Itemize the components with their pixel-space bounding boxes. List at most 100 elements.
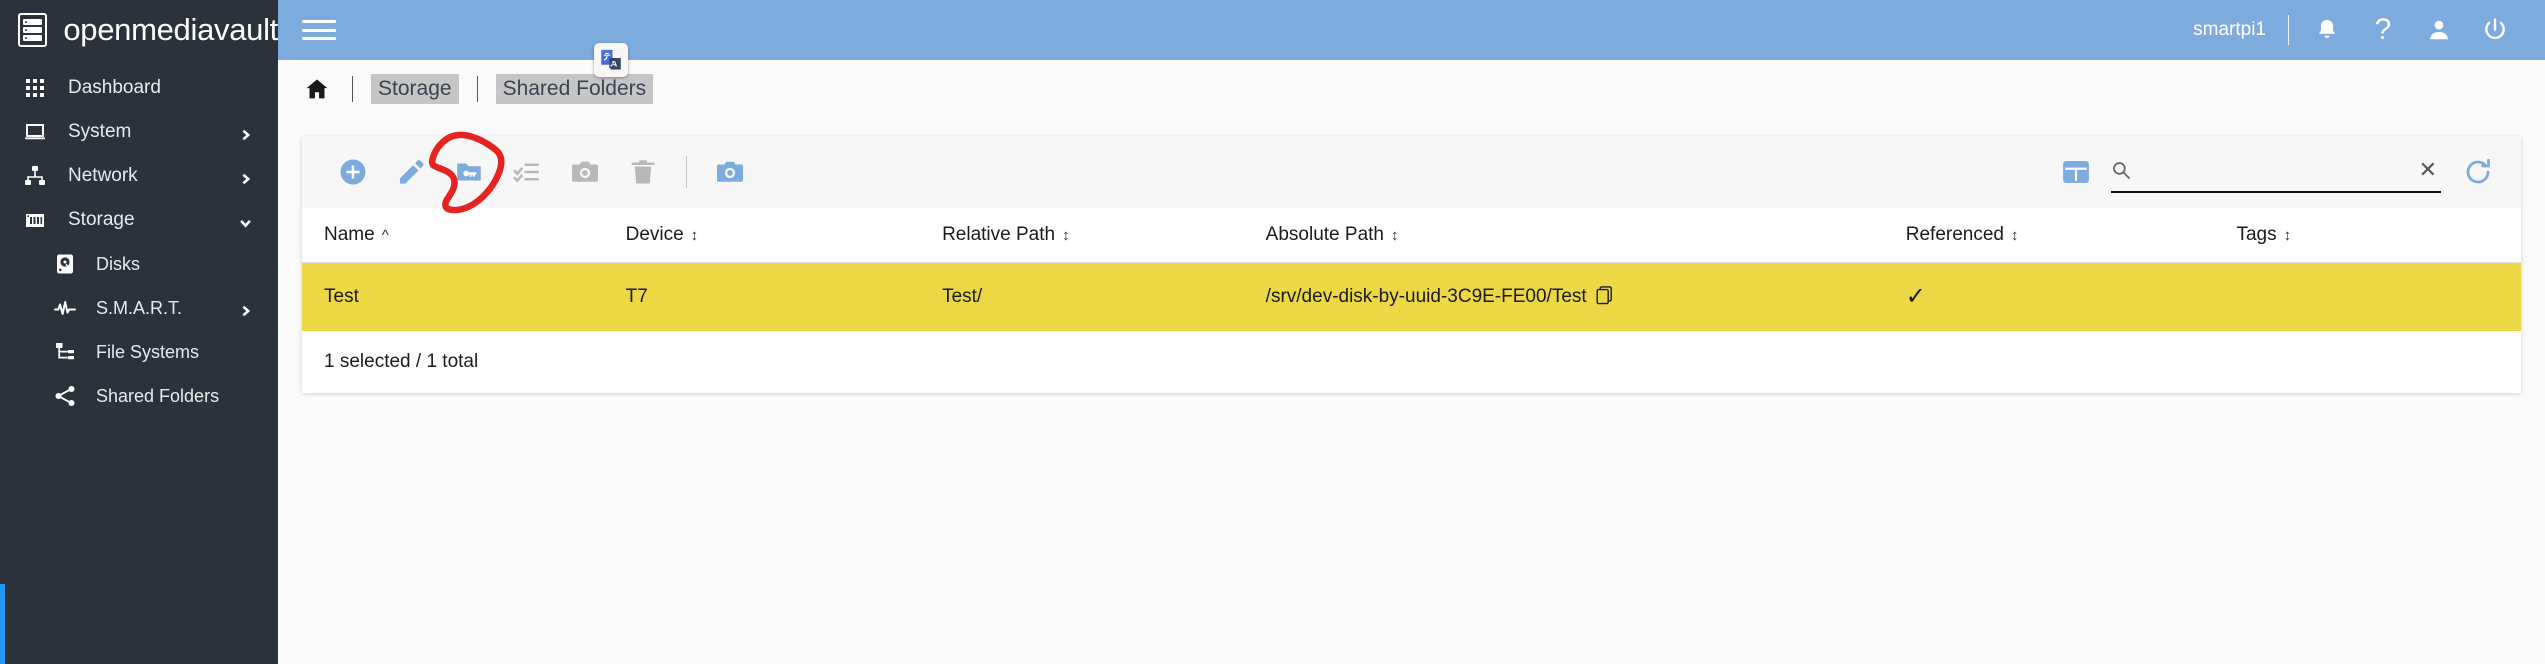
column-label: Absolute Path: [1265, 224, 1384, 245]
sidebar-accent-bar: [0, 584, 5, 664]
chevron-right-icon: [239, 170, 252, 185]
sidebar-item-shared-folders[interactable]: Shared Folders: [0, 374, 278, 418]
sidebar-item-label: S.M.A.R.T.: [96, 297, 183, 318]
sidebar-item-label: Shared Folders: [96, 385, 220, 406]
sort-none-icon: ↕: [2011, 227, 2019, 244]
toolbar-divider: [686, 156, 687, 188]
breadcrumb-item-shared-folders[interactable]: Shared Folders: [495, 74, 654, 104]
cell-name: Test: [324, 286, 359, 307]
snapshot-button[interactable]: [556, 143, 614, 201]
camera-icon: [717, 161, 743, 182]
breadcrumb-separator: [476, 76, 478, 102]
sidebar-item-disks[interactable]: Disks: [0, 242, 278, 286]
column-header-device[interactable]: Device ↕: [625, 208, 943, 263]
table-footer-status: 1 selected / 1 total: [302, 331, 2521, 393]
chevron-right-icon: [239, 126, 252, 141]
cell-absolute-path: /srv/dev-disk-by-uuid-3C9E-FE00/Test: [1266, 263, 1906, 332]
column-label: Device: [625, 224, 684, 245]
sidebar-item-system[interactable]: System: [0, 110, 278, 154]
close-x-icon[interactable]: ✕: [2415, 159, 2441, 181]
server-stack-icon: [18, 13, 48, 47]
current-user-label: smartpi1: [2193, 19, 2266, 40]
application-window: openmediavault Dashboard System Network …: [0, 0, 2545, 664]
sidebar-item-network[interactable]: Network: [0, 154, 278, 198]
toolbar-right: ✕: [2053, 149, 2501, 195]
column-label: Relative Path: [942, 224, 1056, 245]
google-translate-icon[interactable]: [594, 43, 628, 77]
column-header-name[interactable]: Name ^: [302, 208, 626, 263]
content-card: ✕ Name ^ Device ↕ Relative Path ↕ Absolu…: [302, 131, 2521, 393]
sidebar: openmediavault Dashboard System Network …: [0, 0, 278, 664]
column-label: Name: [324, 224, 375, 245]
file-tree-icon: [52, 339, 78, 365]
search-input[interactable]: [2139, 160, 2415, 180]
column-header-referenced[interactable]: Referenced ↕: [1905, 208, 2237, 263]
table-row[interactable]: Test T7 Test/ /srv/dev-disk-by-uuid-3C9E…: [302, 262, 2521, 332]
breadcrumb-separator: [352, 76, 353, 102]
main-area: smartpi1 ? Storage Shared Folders ✕ Name…: [278, 0, 2545, 664]
home-icon[interactable]: [300, 72, 334, 106]
acl-button[interactable]: [498, 143, 556, 201]
top-bar: smartpi1 ?: [278, 0, 2545, 77]
sidebar-item-file-systems[interactable]: File Systems: [0, 330, 278, 374]
shared-folders-table: Name ^ Device ↕ Relative Path ↕ Absolute Pa…: [302, 208, 2521, 331]
chevron-right-icon: [239, 302, 252, 317]
column-label: Referenced: [1905, 224, 2004, 245]
sort-none-icon: ↕: [690, 227, 699, 244]
add-button[interactable]: [324, 143, 382, 201]
pulse-icon: [52, 295, 78, 321]
sidebar-item-smart[interactable]: S.M.A.R.T.: [0, 286, 278, 330]
cell-referenced: ✓: [1905, 283, 1926, 310]
sidebar-item-storage[interactable]: Storage: [0, 198, 278, 242]
column-header-relative-path[interactable]: Relative Path ↕: [942, 208, 1266, 263]
sort-none-icon: ↕: [1062, 227, 1070, 244]
brand-name: openmediavault: [63, 12, 278, 47]
sidebar-item-label: System: [68, 121, 132, 142]
table-toolbar: ✕: [302, 131, 2521, 214]
breadcrumb-item-storage[interactable]: Storage: [371, 74, 459, 104]
column-label: Tags: [2236, 224, 2277, 245]
sidebar-item-label: File Systems: [96, 341, 200, 362]
cell-device: T7: [625, 286, 648, 307]
sidebar-nav: Dashboard System Network Storage Disks S…: [0, 60, 278, 664]
hard-disk-icon: [52, 251, 78, 277]
create-snapshot-button[interactable]: [701, 143, 759, 201]
camera-icon: [572, 161, 598, 182]
help-question-icon[interactable]: ?: [2355, 7, 2411, 53]
sidebar-item-dashboard[interactable]: Dashboard: [0, 66, 278, 110]
folder-key-icon: [457, 163, 481, 181]
laptop-icon: [22, 119, 48, 145]
table-body: Test T7 Test/ /srv/dev-disk-by-uuid-3C9E…: [302, 262, 2521, 332]
storage-bays-icon: [22, 207, 48, 233]
sidebar-item-label: Dashboard: [68, 77, 161, 98]
grid-dots-icon: [22, 75, 48, 101]
cell-relative-path: Test/: [942, 286, 983, 307]
edit-button[interactable]: [382, 143, 440, 201]
pencil-icon: [400, 160, 424, 184]
top-bar-right: smartpi1 ?: [2193, 7, 2523, 53]
sidebar-item-label: Disks: [96, 253, 140, 274]
column-header-tags[interactable]: Tags ↕: [2236, 208, 2521, 263]
privileges-button[interactable]: [440, 143, 498, 201]
brand-logo[interactable]: openmediavault: [0, 0, 278, 60]
power-icon[interactable]: [2467, 7, 2523, 53]
table-columns-icon[interactable]: [2053, 149, 2099, 195]
column-header-absolute-path[interactable]: Absolute Path ↕: [1265, 208, 1906, 263]
toolbar-buttons: [324, 131, 759, 214]
magnifier-icon: [2111, 160, 2131, 180]
search-field[interactable]: ✕: [2111, 151, 2441, 193]
delete-button[interactable]: [614, 143, 672, 201]
table-header-row: Name ^ Device ↕ Relative Path ↕ Absolute Pa…: [302, 208, 2521, 263]
refresh-icon[interactable]: [2455, 149, 2501, 195]
bell-icon[interactable]: [2299, 7, 2355, 53]
table-header: Name ^ Device ↕ Relative Path ↕ Absolute Pa…: [302, 208, 2521, 263]
sort-none-icon: ↕: [2283, 227, 2292, 244]
network-tree-icon: [22, 163, 48, 189]
user-account-icon[interactable]: [2411, 7, 2467, 53]
checklist-icon: [513, 163, 539, 183]
absolute-path-text: /srv/dev-disk-by-uuid-3C9E-FE00/Test: [1265, 286, 1587, 307]
hamburger-icon[interactable]: [302, 17, 336, 43]
sidebar-item-label: Storage: [68, 209, 135, 230]
copy-icon[interactable]: [1596, 286, 1613, 305]
share-nodes-icon: [52, 383, 78, 409]
